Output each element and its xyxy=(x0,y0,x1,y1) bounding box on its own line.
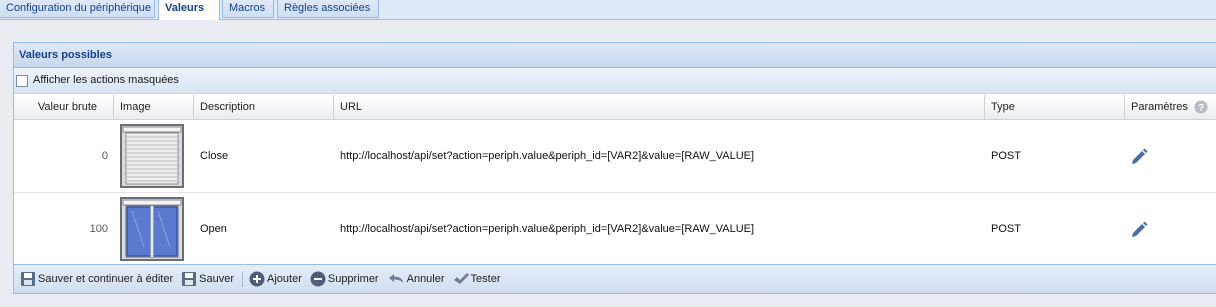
tab-associated-rules[interactable]: Règles associées xyxy=(277,0,379,18)
undo-icon xyxy=(388,274,403,283)
show-hidden-checkbox[interactable] xyxy=(16,74,28,87)
edit-pencil-icon[interactable] xyxy=(1130,221,1148,239)
tab-device-config[interactable]: Configuration du périphérique xyxy=(0,0,155,18)
raw-value-cell: 100 xyxy=(89,223,108,235)
save-continue-label: Sauver et continuer à éditer xyxy=(38,273,174,285)
table-row[interactable]: 100 Open http://localhost/api/set?action… xyxy=(14,193,1216,266)
cancel-button[interactable]: Annuler xyxy=(385,268,447,290)
options-bar: Afficher les actions masquées xyxy=(14,68,1216,94)
svg-text:?: ? xyxy=(1198,103,1204,114)
panel-title: Valeurs possibles xyxy=(14,43,1216,68)
column-header-description[interactable]: Description xyxy=(194,95,334,119)
url-cell: http://localhost/api/set?action=periph.v… xyxy=(340,150,755,162)
values-panel: Valeurs possibles Afficher les actions m… xyxy=(13,42,1216,294)
add-icon xyxy=(249,271,265,287)
save-icon xyxy=(182,272,197,286)
remove-icon xyxy=(310,271,326,287)
column-header-parameters-label: Paramètres xyxy=(1131,101,1188,113)
cancel-label: Annuler xyxy=(406,273,445,285)
shutter-closed-icon xyxy=(120,124,184,188)
table-row[interactable]: 0 Close http://localhost/api/set?action=… xyxy=(14,120,1216,193)
url-cell: http://localhost/api/set?action=periph.v… xyxy=(340,223,755,235)
description-cell: Close xyxy=(200,150,229,162)
type-cell: POST xyxy=(991,223,1021,235)
delete-label: Supprimer xyxy=(327,273,379,285)
column-header-type[interactable]: Type xyxy=(985,95,1125,119)
type-cell: POST xyxy=(991,150,1021,162)
add-button[interactable]: Ajouter xyxy=(247,268,304,290)
delete-button[interactable]: Supprimer xyxy=(308,268,381,290)
description-cell: Open xyxy=(200,223,227,235)
checkmark-icon xyxy=(453,273,469,284)
save-icon xyxy=(21,272,35,286)
test-label: Tester xyxy=(470,273,501,285)
column-header-parameters[interactable]: Paramètres ? xyxy=(1125,95,1216,119)
tab-values[interactable]: Valeurs xyxy=(158,0,220,20)
image-cell xyxy=(114,120,194,192)
tab-macros[interactable]: Macros xyxy=(222,0,274,18)
help-icon[interactable]: ? xyxy=(1194,100,1208,114)
add-label: Ajouter xyxy=(267,273,302,285)
column-header-url[interactable]: URL xyxy=(334,95,985,119)
test-button[interactable]: Tester xyxy=(451,268,503,290)
image-cell xyxy=(114,193,194,265)
raw-value-cell: 0 xyxy=(101,150,108,162)
toolbar-separator xyxy=(242,271,243,287)
tab-bar: Configuration du périphérique Valeurs Ma… xyxy=(0,0,1216,20)
save-label: Sauver xyxy=(199,273,234,285)
column-header-raw-value[interactable]: Valeur brute xyxy=(14,95,114,119)
shutter-open-icon xyxy=(120,197,184,261)
save-button[interactable]: Sauver xyxy=(179,268,236,290)
footer-toolbar: Sauver et continuer à éditer Sauver Ajou… xyxy=(14,264,1216,293)
edit-pencil-icon[interactable] xyxy=(1130,148,1148,166)
show-hidden-label: Afficher les actions masquées xyxy=(33,74,179,86)
grid-header: Valeur brute Image Description URL Type … xyxy=(14,95,1216,120)
save-continue-button[interactable]: Sauver et continuer à éditer xyxy=(18,268,175,290)
column-header-image[interactable]: Image xyxy=(114,95,194,119)
